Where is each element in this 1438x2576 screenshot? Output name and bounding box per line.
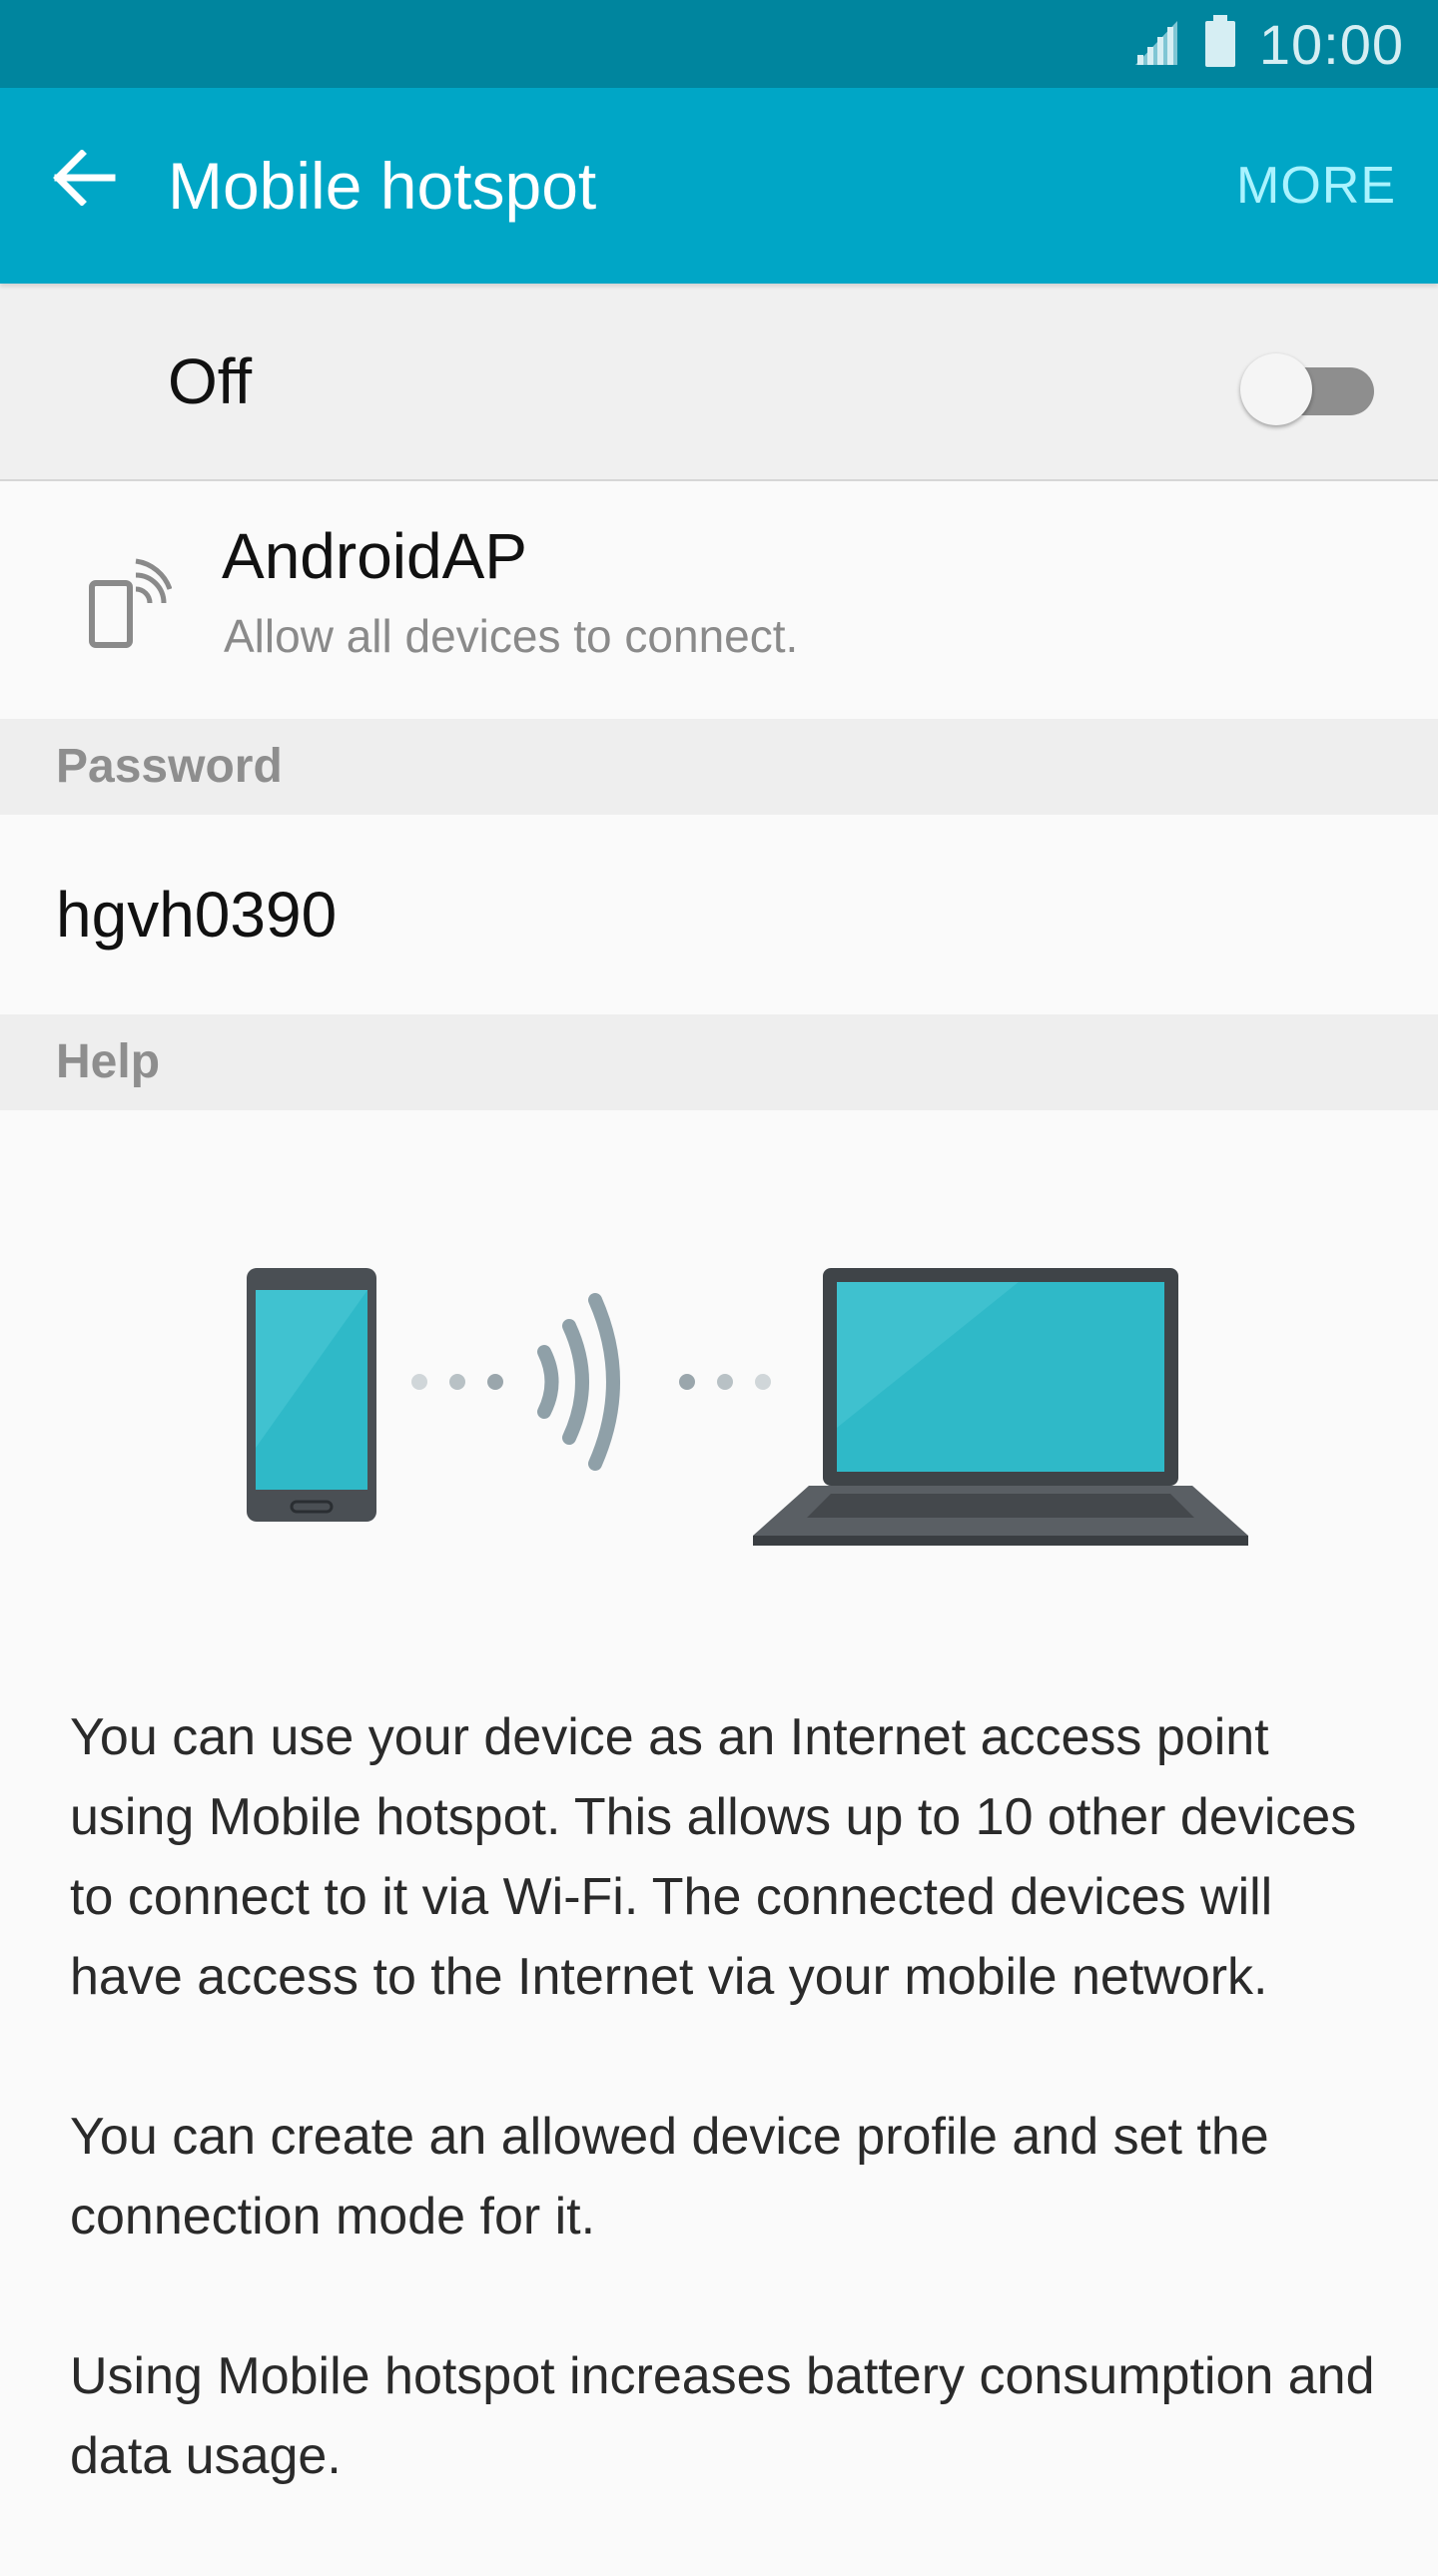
wireless-waves-icon — [537, 1293, 620, 1471]
page-title: Mobile hotspot — [168, 149, 597, 223]
help-text: You can use your device as an Internet a… — [70, 1697, 1388, 2576]
help-paragraph: You can use your device as an Internet a… — [70, 1708, 1357, 2006]
toggle-label: Off — [168, 345, 253, 417]
hotspot-illustration — [220, 1248, 1258, 1568]
battery-icon — [1203, 14, 1237, 74]
smartphone-icon — [247, 1268, 376, 1522]
dot — [717, 1374, 733, 1390]
status-bar: 10:00 — [0, 0, 1438, 88]
password-section-header: Password — [0, 719, 1438, 815]
switch-thumb — [1240, 353, 1312, 425]
help-section-header: Help — [0, 1014, 1438, 1110]
network-subtitle: Allow all devices to connect. — [224, 610, 799, 662]
back-button[interactable] — [38, 134, 130, 226]
dot — [449, 1374, 465, 1390]
status-icons: 10:00 — [1131, 0, 1404, 88]
dot — [487, 1374, 503, 1390]
dot — [679, 1374, 695, 1390]
network-name: AndroidAP — [222, 520, 527, 592]
more-button[interactable]: MORE — [1236, 88, 1396, 284]
laptop-icon — [753, 1268, 1248, 1546]
hotspot-phone-icon — [82, 553, 173, 649]
password-item[interactable]: hgvh0390 — [0, 815, 1438, 1014]
network-name-item[interactable]: AndroidAP Allow all devices to connect. — [0, 481, 1438, 719]
dot — [411, 1374, 427, 1390]
password-header-label: Password — [56, 740, 283, 793]
signal-icon — [1131, 17, 1181, 72]
help-paragraph: You can create an allowed device profile… — [70, 2108, 1269, 2246]
hotspot-switch[interactable] — [1238, 351, 1376, 427]
hotspot-toggle-row[interactable]: Off — [0, 284, 1438, 481]
dot — [755, 1374, 771, 1390]
app-bar: Mobile hotspot MORE — [0, 88, 1438, 284]
arrow-back-icon — [52, 148, 116, 211]
help-header-label: Help — [56, 1035, 161, 1088]
password-value: hgvh0390 — [56, 879, 338, 951]
status-time: 10:00 — [1258, 12, 1404, 76]
help-paragraph: Using Mobile hotspot increases battery c… — [70, 2347, 1375, 2485]
